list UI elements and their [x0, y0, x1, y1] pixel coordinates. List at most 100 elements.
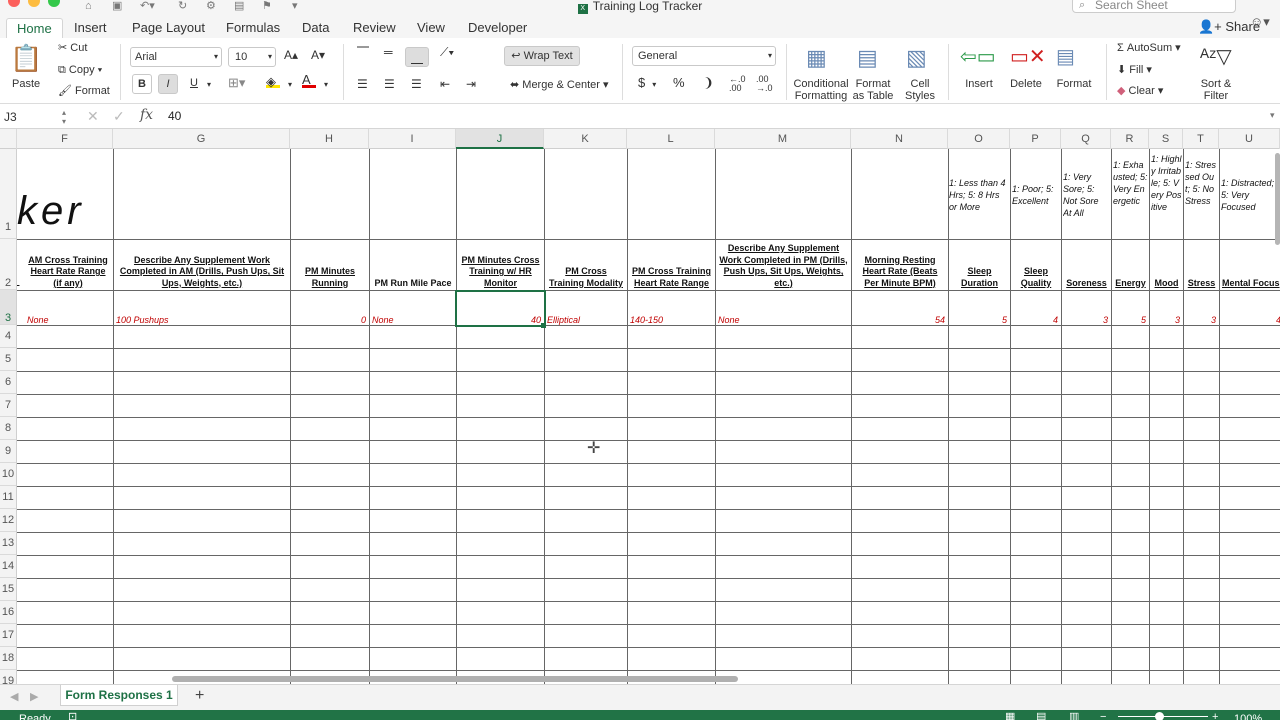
fill-color-dropdown-icon[interactable]: ▾: [288, 78, 292, 91]
underline-dropdown-icon[interactable]: ▾: [207, 78, 211, 91]
delete-button[interactable]: Delete: [1004, 78, 1048, 90]
font-name-select[interactable]: Arial ▾: [130, 47, 222, 67]
italic-button[interactable]: I: [158, 74, 178, 94]
align-bottom-icon[interactable]: ⎽: [405, 47, 429, 67]
tab-developer[interactable]: Developer: [458, 18, 537, 38]
row-header[interactable]: 18: [0, 647, 16, 670]
currency-button[interactable]: $ ▾: [638, 76, 656, 91]
cell-o3[interactable]: 5: [948, 314, 1010, 327]
font-color-dropdown-icon[interactable]: ▾: [324, 78, 328, 91]
align-middle-icon[interactable]: ═: [384, 46, 393, 59]
row-header[interactable]: 4: [0, 325, 16, 348]
next-sheet-icon[interactable]: ▶: [30, 690, 38, 703]
increase-font-size-icon[interactable]: A▴: [284, 49, 298, 62]
column-header[interactable]: N: [851, 129, 948, 149]
cell-s3[interactable]: 3: [1149, 314, 1183, 327]
zoom-in-icon[interactable]: +: [1212, 710, 1218, 720]
decrease-decimal-icon[interactable]: .00 →.0: [756, 75, 773, 93]
row-header[interactable]: 13: [0, 532, 16, 555]
cell-grid[interactable]: ker 1: Less than 4 Hrs; 5: 8 Hrs or More…: [17, 149, 1280, 684]
column-header[interactable]: U: [1219, 129, 1280, 149]
align-left-icon[interactable]: ☰: [357, 78, 368, 91]
cell-n3[interactable]: 54: [851, 314, 948, 327]
tab-home[interactable]: Home: [6, 18, 63, 38]
column-header-selected[interactable]: J: [456, 129, 544, 149]
format-cells-button[interactable]: Format: [1052, 78, 1096, 90]
row-header[interactable]: 9: [0, 440, 16, 463]
format-as-table-button[interactable]: Format as Table: [850, 78, 896, 102]
cell-h3[interactable]: 0: [290, 314, 369, 327]
name-box[interactable]: J3 ▴ ▾: [4, 108, 72, 126]
cell-g3[interactable]: 100 Pushups: [113, 314, 290, 327]
insert-cells-icon[interactable]: ⇦▭: [960, 46, 996, 68]
increase-decimal-icon[interactable]: ←.0.00: [729, 75, 746, 93]
cell-i3[interactable]: None: [369, 314, 456, 327]
row-header[interactable]: 1: [0, 149, 16, 239]
align-right-icon[interactable]: ☰: [411, 78, 422, 91]
format-painter-button[interactable]: 🖌 Format: [58, 85, 110, 98]
wrap-text-button[interactable]: ↩ Wrap Text: [504, 46, 580, 66]
sort-filter-button[interactable]: Sort & Filter: [1196, 78, 1236, 102]
format-as-table-icon[interactable]: ▤: [857, 46, 878, 70]
cell-l3[interactable]: 140-150: [627, 314, 715, 327]
clipboard-icon[interactable]: 📋: [10, 44, 42, 72]
row-header-selected[interactable]: 3: [0, 290, 16, 325]
tab-view[interactable]: View: [407, 18, 455, 38]
delete-cells-icon[interactable]: ▭✕: [1010, 46, 1046, 68]
conditional-formatting-icon[interactable]: ▦: [806, 46, 827, 70]
column-header[interactable]: G: [113, 129, 290, 149]
confirm-entry-icon[interactable]: ✓: [113, 108, 125, 125]
select-all-corner[interactable]: [0, 129, 17, 149]
row-header[interactable]: 16: [0, 601, 16, 624]
column-header[interactable]: K: [544, 129, 627, 149]
tab-formulas[interactable]: Formulas: [216, 18, 290, 38]
decrease-indent-icon[interactable]: ⇤: [440, 78, 450, 91]
paste-button[interactable]: Paste: [12, 78, 40, 91]
conditional-formatting-button[interactable]: Conditional Formatting: [792, 78, 850, 102]
column-header[interactable]: M: [715, 129, 851, 149]
fill-handle[interactable]: [541, 323, 546, 328]
row-header[interactable]: 14: [0, 555, 16, 578]
column-header[interactable]: I: [369, 129, 456, 149]
row-header[interactable]: 7: [0, 394, 16, 417]
previous-sheet-icon[interactable]: ◀: [10, 690, 18, 703]
column-header[interactable]: L: [627, 129, 715, 149]
sheet-tab-form-responses[interactable]: Form Responses 1: [60, 685, 178, 706]
vertical-scrollbar[interactable]: [1275, 153, 1280, 245]
tab-review[interactable]: Review: [343, 18, 406, 38]
percent-button[interactable]: %: [673, 76, 685, 89]
horizontal-scrollbar[interactable]: [172, 676, 738, 682]
formula-input[interactable]: 40: [168, 109, 181, 123]
row-header[interactable]: 11: [0, 486, 16, 509]
clear-button[interactable]: ◆ Clear ▾: [1117, 85, 1163, 98]
row-header[interactable]: 17: [0, 624, 16, 647]
increase-indent-icon[interactable]: ⇥: [466, 78, 476, 91]
row-header[interactable]: 8: [0, 417, 16, 440]
number-format-select[interactable]: General ▾: [632, 46, 776, 66]
decrease-font-size-icon[interactable]: A▾: [311, 49, 325, 62]
cancel-entry-icon[interactable]: ✕: [87, 108, 99, 125]
search-sheet-input[interactable]: ⌕ Search Sheet: [1072, 0, 1236, 13]
column-header[interactable]: S: [1149, 129, 1183, 149]
cell-k3[interactable]: Elliptical: [544, 314, 627, 327]
column-header[interactable]: O: [948, 129, 1010, 149]
row-header[interactable]: 6: [0, 371, 16, 394]
cell-styles-icon[interactable]: ▧: [906, 46, 927, 70]
add-sheet-icon[interactable]: +: [195, 687, 204, 705]
row-header[interactable]: 19: [0, 670, 16, 684]
font-color-icon[interactable]: A: [302, 73, 316, 88]
row-header[interactable]: 15: [0, 578, 16, 601]
column-header[interactable]: H: [290, 129, 369, 149]
align-center-icon[interactable]: ☰: [384, 78, 395, 91]
cell-p3[interactable]: 4: [1010, 314, 1061, 327]
cell-m3[interactable]: None: [715, 314, 851, 327]
column-header[interactable]: P: [1010, 129, 1061, 149]
column-header[interactable]: Q: [1061, 129, 1111, 149]
format-cells-icon[interactable]: ▤: [1056, 46, 1075, 68]
fill-button[interactable]: ⬇ Fill ▾: [1117, 64, 1152, 77]
bold-button[interactable]: B: [132, 74, 152, 94]
zoom-out-icon[interactable]: −: [1100, 710, 1106, 720]
column-header[interactable]: T: [1183, 129, 1219, 149]
cell-r3[interactable]: 5: [1111, 314, 1149, 327]
font-size-select[interactable]: 10 ▾: [228, 47, 276, 67]
